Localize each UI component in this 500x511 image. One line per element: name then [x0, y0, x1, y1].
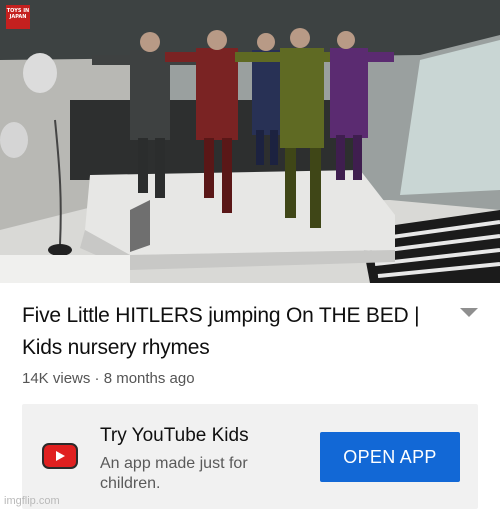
video-metadata: 14K views · 8 months ago [22, 370, 195, 387]
video-title[interactable]: Five Little HITLERS jumping On THE BED |… [22, 300, 442, 364]
expand-description-icon[interactable] [460, 308, 478, 317]
channel-badge: TOYS IN JAPAN [6, 5, 30, 29]
promo-heading: Try YouTube Kids [100, 425, 249, 446]
open-app-button[interactable]: OPEN APP [320, 432, 460, 482]
youtube-kids-icon [42, 443, 78, 469]
video-title-row[interactable]: Five Little HITLERS jumping On THE BED |… [22, 300, 482, 364]
watermark: imgflip.com [4, 495, 60, 507]
play-icon [56, 451, 65, 461]
video-thumbnail[interactable]: TOYS IN JAPAN [0, 0, 500, 283]
youtube-kids-promo-card: Try YouTube Kids An app made just for ch… [22, 404, 478, 509]
video-frame-image [0, 0, 500, 283]
promo-description: An app made just for children. [100, 455, 248, 492]
